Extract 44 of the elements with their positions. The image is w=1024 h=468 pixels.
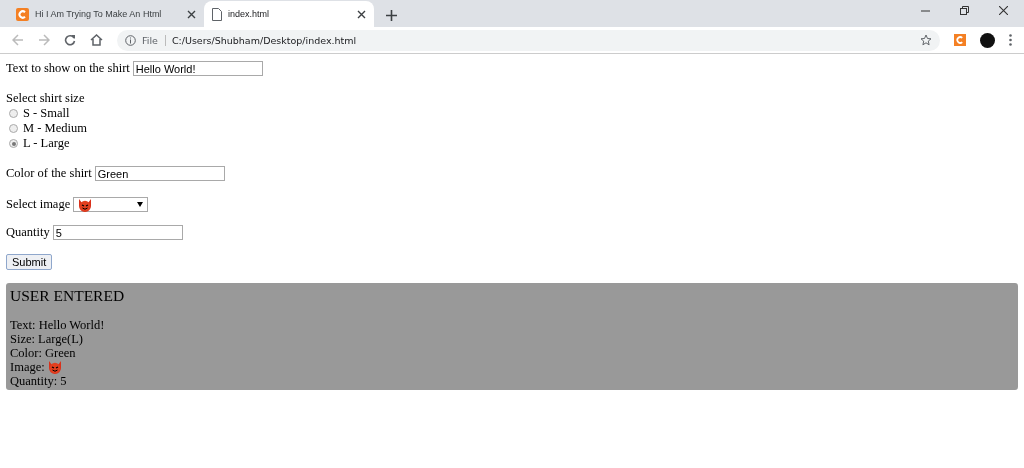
caret-icon <box>137 202 144 207</box>
submit-button[interactable]: Submit <box>6 253 53 270</box>
restore-icon[interactable] <box>960 6 969 15</box>
text-field[interactable]: Hello World! <box>132 61 263 76</box>
home-icon[interactable] <box>90 34 103 46</box>
close-icon[interactable] <box>187 9 196 19</box>
menu-icon[interactable] <box>1009 34 1012 46</box>
radio-label: M - Medium <box>23 121 87 136</box>
url-text: C:/Users/Shubham/Desktop/index.html <box>171 34 358 46</box>
site-icon <box>16 7 29 21</box>
group-label: Select shirt size <box>6 91 85 106</box>
devil-icon <box>47 360 62 374</box>
field-label: Color of the shirt <box>6 166 92 181</box>
extension-icon[interactable] <box>954 34 966 46</box>
result-line: Size: Large(L) <box>10 331 83 347</box>
number-field[interactable]: 5 <box>52 225 183 240</box>
scheme-label: File <box>142 34 166 46</box>
result-line: Image: <box>10 359 45 375</box>
panel-title: USER ENTERED <box>10 287 125 304</box>
result-line: Color: Green <box>10 345 76 361</box>
document-icon <box>212 7 222 21</box>
field-label: Select image <box>6 197 71 212</box>
star-icon[interactable] <box>920 34 932 46</box>
avatar-icon[interactable] <box>980 32 995 48</box>
close-icon[interactable] <box>357 9 366 19</box>
radio-button[interactable] <box>9 139 18 148</box>
result-line: Quantity: 5 <box>10 373 67 389</box>
image-dropdown[interactable] <box>73 197 149 212</box>
field-label: Quantity <box>6 225 50 240</box>
address-bar[interactable]: File C:/Users/Shubham/Desktop/index.html <box>117 29 940 51</box>
radio-label: L - Large <box>23 136 70 151</box>
devil-icon <box>78 197 93 212</box>
info-icon[interactable] <box>125 34 136 46</box>
browser-tab[interactable]: Hi I Am Trying To Make An Html <box>8 1 204 27</box>
new-tab-icon[interactable] <box>386 10 397 21</box>
reload-icon[interactable] <box>64 34 76 46</box>
radio-button[interactable] <box>9 109 18 118</box>
radio-label: S - Small <box>23 106 70 121</box>
browser-tab[interactable]: index.html <box>204 1 374 27</box>
text-field[interactable]: Green <box>94 166 225 181</box>
field-label: Text to show on the shirt <box>6 61 130 76</box>
result-line: Text: Hello World! <box>10 317 105 333</box>
radio-button[interactable] <box>9 124 18 133</box>
close-icon[interactable] <box>999 6 1008 15</box>
